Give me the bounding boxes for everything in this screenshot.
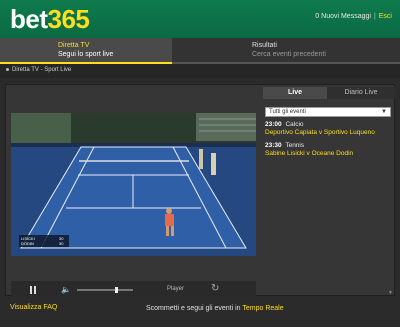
event-time-sport: 23:00 Calcio (265, 121, 391, 128)
pause-icon[interactable] (29, 286, 37, 294)
list-item[interactable]: 23:30 Tennis Sabine Lisicki v Oceane Dod… (265, 142, 391, 157)
volume-slider-handle[interactable] (115, 287, 118, 293)
scoreboard-player-2: DODIN (21, 241, 34, 246)
live-stream-panel: LISICKI 30 DODIN 30 🔈 Player ↻ Live Diar… (5, 84, 395, 299)
volume-icon[interactable]: 🔈 (61, 286, 71, 294)
tennis-video-frame: LISICKI 30 DODIN 30 (11, 113, 256, 256)
section-tabs: Diretta TV Segui lo sport live Risultati… (0, 38, 400, 64)
event-sport: Tennis (285, 142, 305, 149)
event-time-sport: 23:30 Tennis (265, 142, 391, 149)
breadcrumb-text: Diretta TV - Sport Live (12, 67, 72, 73)
logo-text-bet: bet (10, 4, 48, 34)
live-betting-link[interactable]: Tempo Reale (242, 305, 283, 312)
event-filter-select[interactable]: Tutti gli eventi ▼ (265, 107, 391, 117)
site-header: bet365 0 Nuovi Messaggi | Esci (0, 0, 400, 38)
event-time: 23:30 (265, 142, 282, 149)
live-events-panel: Live Diario Live Tutti gli eventi ▼ 23:0… (263, 85, 395, 296)
account-links: 0 Nuovi Messaggi | Esci (315, 13, 392, 20)
event-sport: Calcio (285, 121, 304, 128)
bullet-icon (6, 67, 9, 71)
logout-link[interactable]: Esci (379, 13, 392, 20)
volume-slider[interactable] (77, 287, 133, 293)
breadcrumb-bar: Diretta TV - Sport Live (0, 64, 400, 78)
bet365-logo[interactable]: bet365 (10, 4, 90, 35)
breadcrumb: Diretta TV - Sport Live (6, 67, 71, 73)
event-match-link[interactable]: Sabine Lisicki v Oceane Dodin (265, 150, 391, 157)
tab-live[interactable]: Live (263, 87, 327, 99)
side-tabs: Live Diario Live (263, 87, 395, 99)
event-filter-value: Tutti gli eventi (269, 109, 306, 115)
tab-live-diary[interactable]: Diario Live (327, 87, 395, 99)
link-separator: | (373, 13, 376, 20)
faq-link[interactable]: Visualizza FAQ (10, 304, 57, 311)
scoreboard-score-2: 30 (59, 241, 64, 246)
list-item[interactable]: 23:00 Calcio Deportivo Capiata v Sportiv… (265, 121, 391, 136)
tab-results[interactable]: Risultati Cerca eventi precedenti (172, 38, 400, 64)
footer-text-plain: Scommetti e segui gli eventi in (146, 305, 243, 312)
video-player[interactable]: LISICKI 30 DODIN 30 (11, 113, 256, 256)
page-footer: Visualizza FAQ Scommetti e segui gli eve… (0, 296, 400, 327)
tab-results-title: Risultati (252, 42, 277, 49)
tab-live-tv-title: Diretta TV (58, 42, 90, 49)
tab-live-tv-subtitle: Segui lo sport live (58, 51, 114, 58)
event-match-link[interactable]: Deportivo Capiata v Sportivo Luqueno (265, 129, 391, 136)
tab-live-tv[interactable]: Diretta TV Segui lo sport live (0, 38, 172, 64)
event-list: 23:00 Calcio Deportivo Capiata v Sportiv… (265, 121, 391, 163)
chevron-down-icon: ▼ (381, 109, 387, 115)
messages-link[interactable]: 0 Nuovi Messaggi (315, 13, 371, 20)
tab-results-subtitle: Cerca eventi precedenti (252, 51, 326, 58)
footer-promo-text: Scommetti e segui gli eventi in Tempo Re… (146, 304, 296, 313)
refresh-icon[interactable]: ↻ (211, 284, 219, 294)
logo-text-365: 365 (47, 4, 90, 34)
event-time: 23:00 (265, 121, 282, 128)
player-label: Player (167, 286, 185, 292)
